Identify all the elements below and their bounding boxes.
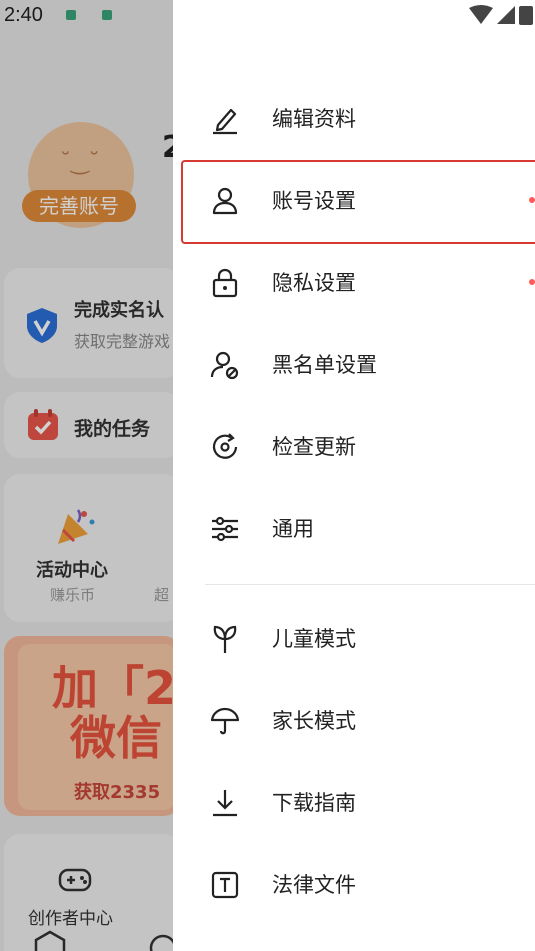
menu-item-blacklist-settings[interactable]: 黑名单设置 [173, 324, 535, 406]
menu-item-general[interactable]: 通用 [173, 488, 535, 570]
menu-item-label: 儿童模式 [272, 627, 356, 651]
edit-icon [213, 108, 237, 135]
signal-battery-icon [469, 5, 533, 25]
lock-icon [212, 268, 238, 298]
menu-item-download-guide[interactable]: 下载指南 [173, 762, 535, 844]
menu-item-label: 下载指南 [272, 791, 356, 815]
highlight-box [181, 160, 535, 244]
umbrella-icon [210, 707, 240, 735]
menu-divider [205, 584, 535, 585]
menu-item-label: 家长模式 [272, 709, 356, 733]
menu-item-legal-documents[interactable]: 法律文件 [173, 844, 535, 926]
menu-item-kids-mode[interactable]: 儿童模式 [173, 598, 535, 680]
blocked-user-icon [210, 351, 239, 380]
menu-item-label: 黑名单设置 [272, 353, 377, 377]
menu-item-check-update[interactable]: 检查更新 [173, 406, 535, 488]
update-icon [212, 433, 238, 459]
menu-item-privacy-settings[interactable]: 隐私设置 [173, 242, 535, 324]
menu-item-label: 通用 [272, 517, 314, 541]
menu-item-edit-profile[interactable]: 编辑资料 [173, 78, 535, 160]
menu-item-label: 法律文件 [272, 873, 356, 897]
download-icon [213, 790, 237, 817]
sliders-icon [212, 516, 238, 542]
text-doc-icon [211, 871, 239, 899]
menu-item-label: 编辑资料 [272, 107, 356, 131]
menu-item-parent-mode[interactable]: 家长模式 [173, 680, 535, 762]
notification-dot [529, 279, 535, 285]
menu-item-label: 检查更新 [272, 435, 356, 459]
menu-item-label: 隐私设置 [272, 271, 356, 295]
sprout-icon [213, 625, 237, 653]
